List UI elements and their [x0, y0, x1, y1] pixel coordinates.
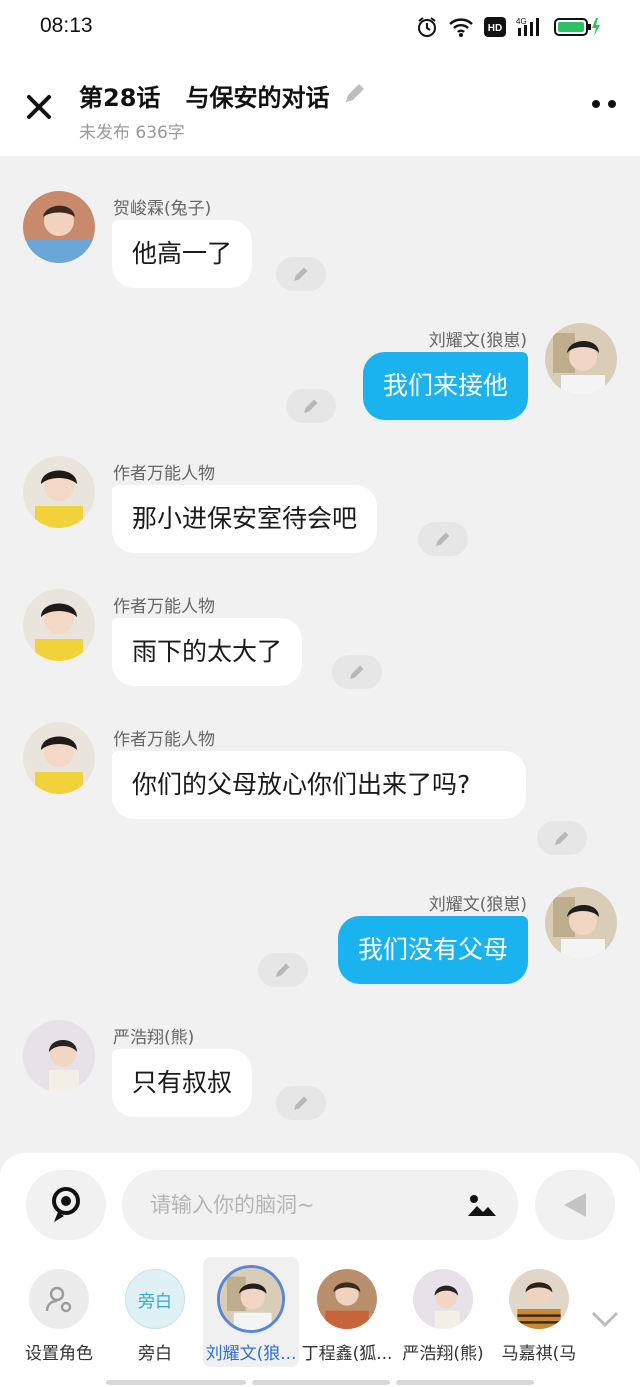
narrator-badge: 旁白: [125, 1269, 185, 1329]
role-ding-chengxin[interactable]: 丁程鑫(狐...: [299, 1257, 395, 1367]
sender-name: 刘耀文(狼崽): [428, 331, 527, 351]
role-selector: 设置角色 旁白 旁白 刘耀文(狼... 丁程鑫(狐... 严浩翔(熊) 马嘉祺(…: [0, 1257, 640, 1367]
edit-title-icon[interactable]: [342, 80, 368, 106]
role-avatar: [413, 1269, 473, 1329]
more-options-button[interactable]: [592, 100, 616, 108]
status-bar: 08:13 HD 4G: [0, 0, 640, 56]
avatar[interactable]: [23, 456, 95, 528]
composer-panel: 设置角色 旁白 旁白 刘耀文(狼... 丁程鑫(狐... 严浩翔(熊): [0, 1153, 640, 1387]
edit-message-button[interactable]: [276, 257, 326, 291]
avatar[interactable]: [545, 323, 617, 395]
sender-name: 刘耀文(狼崽): [428, 895, 527, 915]
sender-name: 作者万能人物: [113, 730, 215, 750]
message-bubble[interactable]: 我们来接他: [362, 352, 528, 420]
image-icon[interactable]: [466, 1192, 498, 1218]
chevron-down-icon[interactable]: [590, 1309, 620, 1329]
status-time: 08:13: [40, 14, 93, 37]
role-avatar: [217, 1265, 285, 1333]
send-icon: [564, 1193, 586, 1217]
edit-message-button[interactable]: [332, 655, 382, 689]
role-label: 旁白: [138, 1344, 172, 1364]
role-label: 严浩翔(熊): [402, 1344, 484, 1364]
message-bubble[interactable]: 只有叔叔: [112, 1049, 253, 1117]
pencil-icon: [350, 665, 364, 679]
header: 第28话 与保安的对话 未发布 636字: [0, 56, 640, 156]
edit-message-button[interactable]: [418, 522, 468, 556]
avatar[interactable]: [23, 1020, 95, 1092]
message-input[interactable]: [150, 1170, 450, 1240]
role-narrator[interactable]: 旁白 旁白: [107, 1257, 203, 1367]
scroll-indicator: [252, 1380, 390, 1385]
edit-message-button[interactable]: [258, 953, 308, 987]
scroll-indicator: [396, 1380, 534, 1385]
wifi-icon: [449, 18, 473, 37]
role-label: 丁程鑫(狐...: [301, 1344, 393, 1364]
avatar[interactable]: [545, 887, 617, 959]
role-label: 设置角色: [25, 1344, 93, 1364]
sender-name: 作者万能人物: [113, 597, 215, 617]
voice-button[interactable]: [26, 1170, 106, 1240]
pencil-icon: [294, 267, 308, 281]
pencil-icon: [276, 963, 290, 977]
role-set-character[interactable]: 设置角色: [11, 1257, 107, 1367]
edit-message-button[interactable]: [286, 389, 336, 423]
battery-icon: [554, 18, 600, 36]
send-button[interactable]: [535, 1170, 615, 1240]
pencil-icon: [555, 831, 569, 845]
message-input-box[interactable]: [122, 1170, 518, 1240]
chat-list[interactable]: 贺峻霖(兔子) 他高一了 刘耀文(狼崽) 我们来接他 作者万能人物 那小进保安室…: [0, 156, 640, 1156]
role-avatar: [509, 1269, 569, 1329]
svg-text:HD: HD: [488, 23, 502, 34]
message-bubble[interactable]: 他高一了: [112, 220, 253, 288]
page-title: 第28话 与保安的对话: [79, 84, 330, 112]
message-bubble[interactable]: 你们的父母放心你们出来了吗?: [112, 751, 526, 819]
role-ma-jiaqi[interactable]: 马嘉祺(马: [491, 1257, 587, 1367]
scroll-indicator: [106, 1380, 246, 1385]
alarm-icon: [418, 17, 436, 37]
pencil-icon: [294, 1096, 308, 1110]
message-bubble[interactable]: 我们没有父母: [337, 916, 528, 984]
status-icons: HD 4G: [416, 16, 600, 38]
avatar[interactable]: [23, 191, 95, 263]
hd-icon: HD: [484, 17, 506, 37]
message-bubble[interactable]: 那小进保安室待会吧: [112, 485, 378, 553]
sender-name: 贺峻霖(兔子): [113, 199, 212, 219]
voice-icon: [52, 1187, 80, 1222]
sender-name: 严浩翔(熊): [113, 1028, 195, 1048]
avatar[interactable]: [23, 722, 95, 794]
pencil-icon: [436, 532, 450, 546]
chapter-status: 未发布 636字: [79, 123, 185, 143]
signal-icon: 4G: [516, 17, 539, 36]
role-yan-haoxiang[interactable]: 严浩翔(熊): [395, 1257, 491, 1367]
pencil-icon: [304, 399, 318, 413]
close-icon[interactable]: [24, 92, 54, 122]
svg-text:4G: 4G: [516, 17, 527, 26]
person-settings-icon: [29, 1269, 89, 1329]
avatar[interactable]: [23, 589, 95, 661]
sender-name: 作者万能人物: [113, 464, 215, 484]
message-bubble[interactable]: 雨下的太大了: [112, 618, 303, 686]
edit-message-button[interactable]: [537, 821, 587, 855]
role-label: 刘耀文(狼...: [205, 1344, 297, 1364]
role-label: 马嘉祺(马: [501, 1344, 577, 1364]
edit-message-button[interactable]: [276, 1086, 326, 1120]
role-avatar: [317, 1269, 377, 1329]
role-liu-yaowen[interactable]: 刘耀文(狼...: [203, 1257, 299, 1367]
